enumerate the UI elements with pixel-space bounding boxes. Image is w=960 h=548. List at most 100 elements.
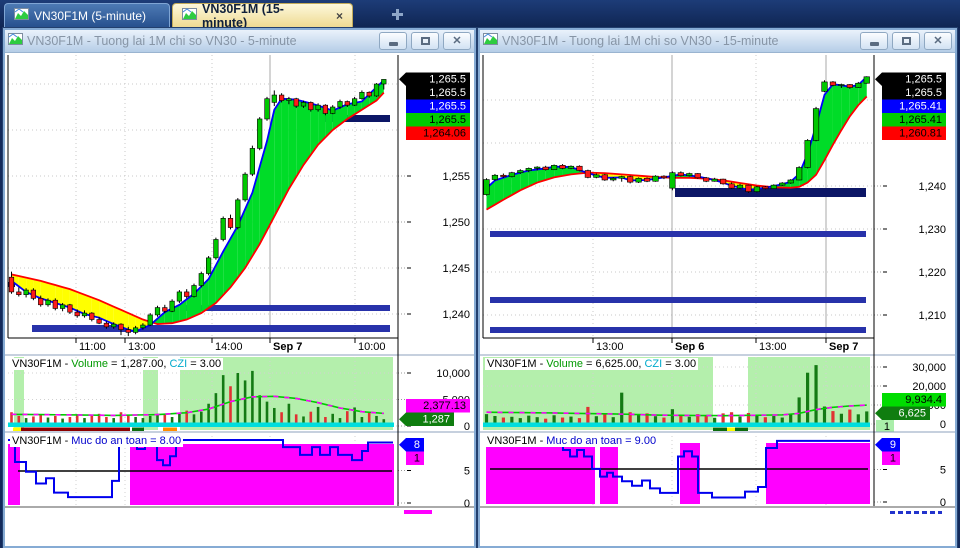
safety-pane-label: VN30F1M - Muc do an toan = 9.00 — [485, 434, 659, 447]
candle — [264, 98, 270, 120]
candle — [584, 170, 591, 178]
candle — [770, 184, 777, 189]
svg-text:10,000: 10,000 — [436, 368, 470, 380]
svg-text:1,230: 1,230 — [918, 224, 946, 236]
minimize-button[interactable] — [379, 32, 407, 50]
svg-text:30,000: 30,000 — [912, 362, 946, 374]
svg-text:20,000: 20,000 — [912, 381, 946, 393]
svg-text:1,220: 1,220 — [918, 267, 946, 279]
svg-text:1,265.5: 1,265.5 — [905, 87, 942, 99]
candle — [315, 104, 321, 111]
candle — [278, 94, 285, 101]
candle — [213, 239, 219, 259]
candle — [381, 79, 387, 85]
candle — [829, 81, 837, 86]
svg-text:0: 0 — [464, 498, 470, 510]
svg-text:14:00: 14:00 — [215, 341, 243, 353]
minimize-button[interactable] — [860, 32, 888, 50]
support-band — [490, 231, 866, 237]
svg-text:8: 8 — [414, 439, 420, 451]
candle — [176, 291, 183, 302]
svg-text:1,210: 1,210 — [918, 310, 946, 322]
candle — [67, 304, 73, 313]
window-title: VN30F1M - Tuong lai 1M chi so VN30 - 5-m… — [27, 34, 297, 48]
candle — [863, 76, 870, 84]
svg-text:1,265.41: 1,265.41 — [899, 101, 942, 113]
chart-window-icon — [8, 32, 23, 50]
restore-button[interactable] — [892, 32, 920, 50]
candle — [796, 167, 803, 181]
candle — [52, 299, 58, 309]
candle — [846, 84, 853, 88]
window-title: VN30F1M - Tuong lai 1M chi so VN30 - 15-… — [502, 34, 779, 48]
candle — [593, 174, 600, 178]
svg-text:1,260.81: 1,260.81 — [899, 128, 942, 140]
candle — [694, 173, 701, 179]
support-band — [32, 325, 390, 332]
volume-pane-label: VN30F1M - Volume = 6,625.00, CZI = 3.00 — [485, 357, 699, 370]
svg-text:1,245: 1,245 — [442, 263, 470, 275]
tab-vn30f1m-5min[interactable]: VN30F1M (5-minute) — [4, 3, 170, 27]
candle — [534, 166, 541, 169]
candle — [308, 102, 314, 111]
candle — [652, 175, 659, 182]
safety-block — [486, 443, 595, 504]
svg-text:1,264.06: 1,264.06 — [423, 128, 466, 140]
czi-strip — [483, 422, 870, 427]
candle — [198, 273, 204, 286]
svg-text:1,265.41: 1,265.41 — [899, 114, 942, 126]
candle — [550, 165, 558, 170]
tab-close-icon[interactable]: × — [336, 9, 343, 23]
svg-text:1,287: 1,287 — [422, 414, 450, 426]
candle — [337, 101, 343, 108]
price-tags: 1,265.51,265.5 1,265.411,265.41 1,260.81 — [875, 72, 946, 140]
candle — [483, 179, 490, 195]
candle — [618, 176, 625, 179]
candle — [293, 98, 299, 107]
chart-window-icon — [483, 32, 498, 50]
candle — [787, 179, 794, 184]
svg-text:1,265.5: 1,265.5 — [905, 74, 942, 86]
candle — [111, 323, 117, 328]
close-button[interactable]: ✕ — [443, 32, 471, 50]
svg-text:1,265.5: 1,265.5 — [429, 114, 466, 126]
candle — [627, 176, 634, 183]
window-titlebar[interactable]: VN30F1M - Tuong lai 1M chi so VN30 - 15-… — [480, 30, 955, 53]
candle — [736, 184, 744, 189]
support-band — [490, 297, 866, 303]
candle — [89, 312, 95, 320]
candle — [821, 81, 828, 92]
window-titlebar[interactable]: VN30F1M - Tuong lai 1M chi so VN30 - 5-m… — [5, 30, 474, 53]
candle — [184, 291, 190, 297]
candle — [322, 104, 329, 114]
candle — [249, 148, 256, 175]
svg-text:5: 5 — [464, 466, 470, 478]
candle — [728, 183, 735, 189]
svg-text:Sep 7: Sep 7 — [829, 341, 858, 353]
candle — [576, 165, 583, 171]
tab-vn30f1m-15min[interactable]: VN30F1M (15-minute) × — [172, 2, 353, 30]
candle — [191, 285, 197, 297]
candle — [227, 218, 234, 228]
svg-text:Sep 6: Sep 6 — [675, 341, 704, 353]
close-button[interactable]: ✕ — [924, 32, 952, 50]
candle — [719, 178, 727, 185]
candle — [235, 199, 241, 228]
tab-bar: VN30F1M (5-minute) VN30F1M (15-minute) × — [0, 0, 960, 30]
candle — [45, 299, 51, 306]
candle — [855, 82, 862, 88]
candle — [220, 218, 226, 240]
tab-navigation-cross-icon[interactable] — [392, 9, 403, 20]
restore-button[interactable] — [411, 32, 439, 50]
chart-window-15-minute: VN30F1M - Tuong lai 1M chi so VN30 - 15-… — [478, 28, 957, 548]
partial-next-pane — [404, 510, 432, 514]
candle — [344, 101, 350, 106]
candle — [125, 329, 131, 333]
candle — [147, 314, 153, 326]
candle — [169, 300, 175, 312]
chart-tab-icon — [182, 8, 197, 23]
svg-text:9: 9 — [890, 439, 896, 451]
candle — [517, 170, 524, 173]
candle — [542, 166, 549, 170]
support-band — [490, 327, 866, 333]
